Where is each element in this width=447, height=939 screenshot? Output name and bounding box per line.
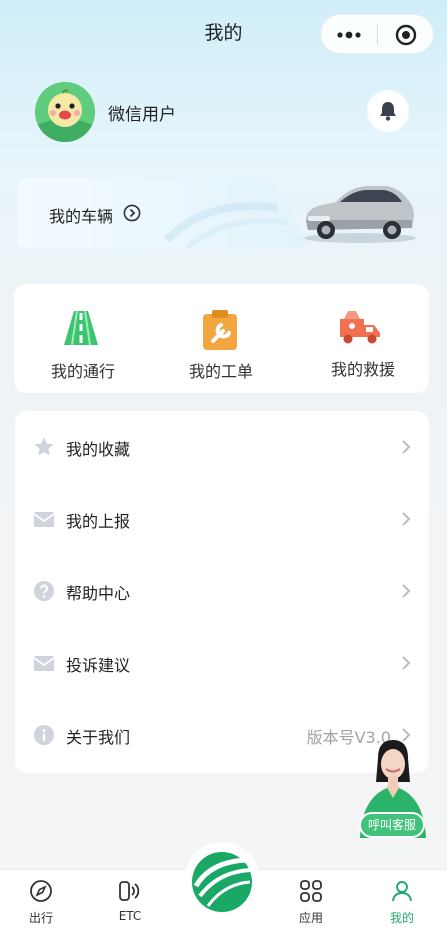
quick-action-label[interactable]: 我的通行 [14,358,152,382]
capsule-divider [377,25,378,45]
menu-item-label: 我的上报 [66,512,131,531]
quick-action-label[interactable]: 我的工单 [152,358,290,382]
chevron-right-icon [401,439,411,459]
star-icon [33,436,55,458]
info-icon [33,724,55,746]
center-logo-button[interactable] [184,842,260,918]
menu-item-favorites[interactable]: 我的收藏 [15,411,429,483]
menu-item-feedback[interactable]: 投诉建议 [15,627,429,699]
tab-label: 应用 [298,911,323,925]
call-customer-service-button[interactable]: 呼叫客服 [359,812,425,838]
brand-logo-icon [192,852,252,912]
avatar[interactable] [35,82,95,142]
tab-apps[interactable]: 应用 [271,870,351,939]
tab-label: 我的 [389,911,414,925]
menu-item-label: 我的收藏 [66,440,131,459]
question-icon [33,580,55,602]
tab-travel[interactable]: 出行 [1,870,81,939]
menu-list: 我的收藏 我的上报 帮助中心 投诉建议 关于我们 版本号V3.0 [15,411,429,773]
menu-item-label: 投诉建议 [66,656,131,675]
menu-item-label: 关于我们 [66,728,131,747]
mail-icon [33,508,55,530]
close-target-icon[interactable] [395,24,417,46]
tow-truck-icon [338,309,382,349]
tab-label: 出行 [28,911,53,925]
mail-icon [33,652,55,674]
chevron-right-icon [401,583,411,603]
chevron-right-icon [401,511,411,531]
menu-item-help-center[interactable]: 帮助中心 [15,555,429,627]
tab-etc[interactable]: ETC [90,870,170,939]
road-icon [60,309,102,351]
menu-item-reports[interactable]: 我的上报 [15,483,429,555]
menu-item-label: 帮助中心 [66,584,131,603]
etc-icon [118,879,142,903]
bell-icon [380,102,396,121]
compass-icon [29,879,53,903]
quick-action-label[interactable]: 我的救援 [294,356,432,380]
more-icon[interactable] [335,25,363,45]
chevron-right-icon [401,655,411,675]
clipboard-wrench-icon [201,309,239,355]
tab-label: ETC [118,909,142,923]
car-image [300,176,418,246]
person-icon [390,879,414,903]
mini-program-capsule [320,14,434,54]
tab-mine[interactable]: 我的 [362,870,442,939]
notification-button[interactable] [367,90,409,132]
vehicle-label[interactable]: 我的车辆 [49,203,113,227]
chevron-circle-right-icon[interactable] [123,204,141,226]
username[interactable]: 微信用户 [108,100,176,125]
apps-grid-icon [299,879,323,903]
